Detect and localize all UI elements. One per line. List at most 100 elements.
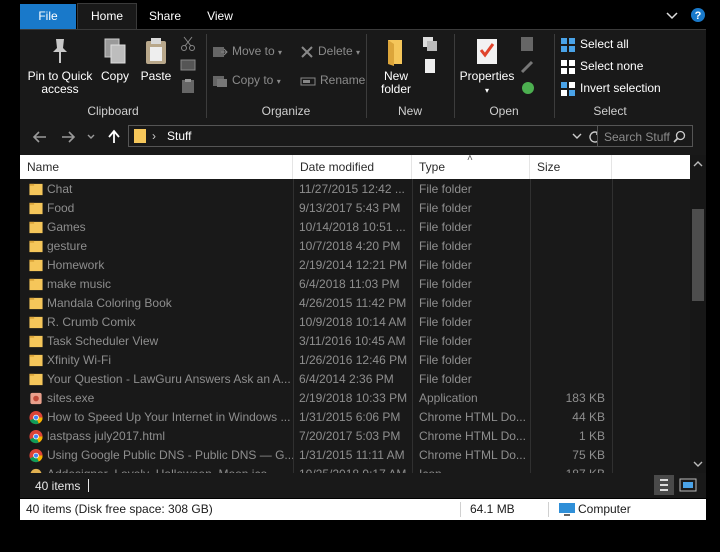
edit-icon[interactable] [520,58,536,74]
file-row[interactable]: Xfinity Wi-Fi 1/26/2016 12:46 PM File fold… [20,351,690,370]
select-none-button[interactable]: Select none [560,56,643,76]
tab-home[interactable]: Home [77,3,137,30]
file-row[interactable]: gesture 10/7/2018 4:20 PM File folder [20,237,690,256]
info-separator [548,502,549,517]
new-item-icon[interactable] [422,36,442,52]
file-row[interactable]: Mandala Coloring Book 4/26/2015 11:42 PM F… [20,294,690,313]
address-dropdown-icon[interactable] [572,131,582,141]
file-row[interactable]: Using Google Public DNS - Public DNS — G… [20,446,690,465]
group-label-organize: Organize [261,104,311,118]
file-date: 1/26/2016 12:46 PM [299,353,408,367]
paste-icon [146,38,166,64]
invert-selection-icon [561,81,575,96]
file-row[interactable]: R. Crumb Comix 10/9/2018 10:14 AM File fol… [20,313,690,332]
open-icon[interactable] [520,36,536,52]
rename-button[interactable]: Rename [300,70,365,90]
delete-button[interactable]: Delete ▾ [300,41,360,61]
file-name: gesture [47,239,88,253]
history-icon[interactable] [520,80,536,96]
easy-access-icon[interactable] [422,58,442,74]
file-date: 1/31/2015 6:06 PM [299,410,401,424]
file-row[interactable]: make music 6/4/2018 11:03 PM File folder [20,275,690,294]
pin-to-quick-access-button[interactable]: Pin to Quick access [26,36,94,96]
file-row[interactable]: Chat 11/27/2015 12:42 ... File folder [20,180,690,199]
file-name: How to Speed Up Your Internet in Windows… [47,410,291,424]
search-icon[interactable] [673,130,686,143]
file-size [535,275,605,294]
address-bar[interactable]: › Stuff [128,125,604,147]
file-row[interactable]: Task Scheduler View 3/11/2016 10:45 AM Fil… [20,332,690,351]
cut-icon[interactable] [180,36,196,52]
application-icon [30,392,42,405]
up-arrow-icon[interactable] [106,129,122,145]
file-date: 2/19/2014 12:21 PM [299,258,408,272]
new-folder-button[interactable]: New folder [372,36,420,96]
move-to-button[interactable]: Move to ▾ [212,41,282,61]
file-row[interactable]: Homework 2/19/2014 12:21 PM File folder [20,256,690,275]
search-input[interactable]: Search Stuff [597,125,693,147]
chrome-icon [29,448,43,463]
file-type: File folder [419,315,472,329]
paste-button[interactable]: Paste [138,36,174,83]
copy-path-icon[interactable] [180,58,196,72]
ribbon-tab-bar: File Home Share View ? [0,0,720,30]
folder-icon [29,373,43,386]
breadcrumb-separator: › [152,129,156,143]
file-type: File folder [419,372,472,386]
column-header-date[interactable]: Date modified [293,155,412,179]
details-bar: 40 items (Disk free space: 308 GB) 64.1 … [20,499,706,520]
file-row[interactable]: lastpass july2017.html 7/20/2017 5:03 PM C… [20,427,690,446]
vertical-scrollbar[interactable] [690,155,706,473]
help-icon[interactable]: ? [690,7,706,23]
paste-shortcut-icon[interactable] [180,78,196,94]
file-type: Icon [419,465,529,473]
computer-icon [559,503,575,516]
folder-icon [29,183,43,196]
group-label-open: Open [489,104,519,118]
file-row[interactable]: sites.exe 2/19/2018 10:33 PM Application 18… [20,389,690,408]
back-arrow-icon[interactable] [32,129,48,145]
file-type: Chrome HTML Do... [419,410,526,424]
scrollbar-thumb[interactable] [692,209,704,301]
copy-button[interactable]: Copy [98,36,132,83]
details-view-icon[interactable] [654,475,674,495]
scroll-down-icon[interactable] [693,459,703,469]
folder-icon [29,278,43,291]
file-type: File folder [419,353,472,367]
file-row[interactable]: How to Speed Up Your Internet in Windows… [20,408,690,427]
large-icons-view-icon[interactable] [678,475,698,495]
select-all-button[interactable]: Select all [560,34,629,54]
breadcrumb-stuff[interactable]: Stuff [167,129,191,143]
file-date: 4/26/2015 11:42 PM [299,296,407,310]
file-type: File folder [419,334,472,348]
file-row[interactable]: Games 10/14/2018 10:51 ... File folder [20,218,690,237]
group-label-new: New [397,104,422,118]
tab-share[interactable]: Share [140,4,190,29]
file-size: 187 KB [535,465,605,473]
file-row[interactable]: Your Question - LawGuru Answers Ask an A… [20,370,690,389]
tab-view[interactable]: View [194,4,246,29]
file-name: Using Google Public DNS - Public DNS — G… [47,448,293,462]
group-label-clipboard: Clipboard [87,104,139,118]
file-name: make music [47,277,112,291]
disk-summary: 40 items (Disk free space: 308 GB) [26,502,213,516]
recent-locations-chevron-icon[interactable] [86,129,96,145]
chevron-down-icon[interactable] [664,7,680,23]
invert-selection-button[interactable]: Invert selection [560,78,661,98]
file-date: 2/19/2018 10:33 PM [299,391,408,405]
file-row[interactable]: Addesigner_Lovely_Halloween_Moon.ico 10/2… [20,465,690,473]
copy-to-button[interactable]: Copy to ▾ [212,70,281,90]
file-date: 6/4/2014 2:36 PM [299,372,394,386]
folder-icon [29,259,43,272]
scroll-up-icon[interactable] [693,159,703,169]
file-name: Food [47,201,75,215]
file-size [535,294,605,313]
file-row[interactable]: Food 9/13/2017 5:43 PM File folder [20,199,690,218]
file-date: 10/7/2018 4:20 PM [299,239,401,253]
column-header-name[interactable]: Name [20,155,293,179]
file-size: 75 KB [572,448,605,462]
forward-arrow-icon[interactable] [60,129,76,145]
tab-file[interactable]: File [20,4,76,29]
column-header-size[interactable]: Size [530,155,612,179]
properties-button[interactable]: Properties ▾ [458,36,516,97]
